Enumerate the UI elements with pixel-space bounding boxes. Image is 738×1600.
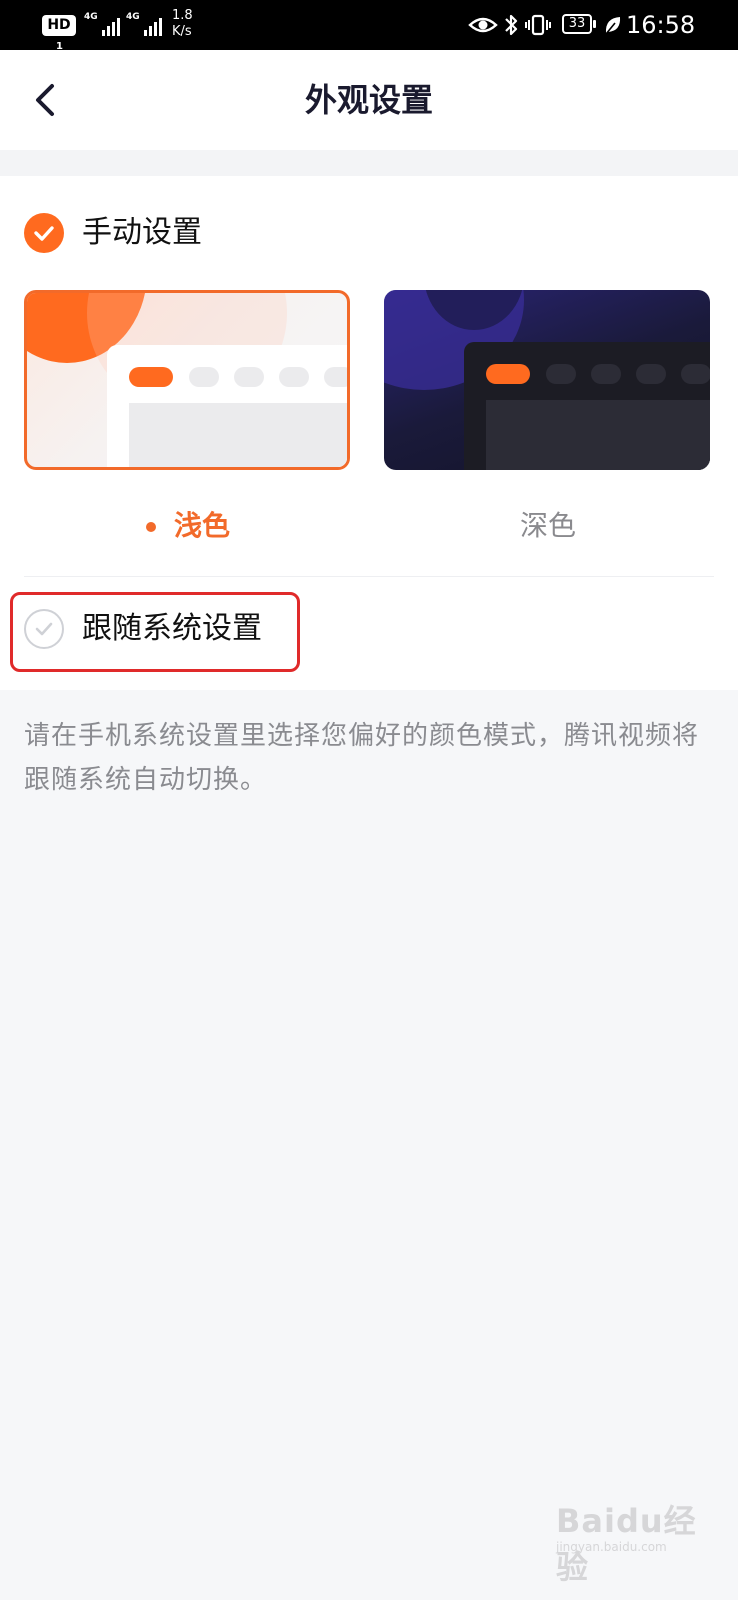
light-preview-pill [189, 367, 219, 387]
manual-setting-option[interactable]: 手动设置 [24, 206, 284, 266]
light-preview-pill [279, 367, 309, 387]
dark-theme-label[interactable]: 深色 [520, 504, 576, 548]
cell-signal-icon-2: 4G [126, 12, 166, 38]
dark-preview-panel [464, 342, 710, 470]
light-theme-text: 浅色 [174, 509, 231, 542]
bluetooth-icon [505, 14, 518, 36]
page-title: 外观设置 [304, 81, 433, 119]
clock: 16:58 [626, 11, 696, 39]
follow-system-description: 请在手机系统设置里选择您偏好的颜色模式，腾讯视频将跟随系统自动切换。 [24, 721, 700, 795]
light-preview-panel [107, 345, 347, 467]
leaf-icon [605, 17, 621, 35]
dark-theme-text: 深色 [520, 509, 577, 542]
signal1-label: 4G [84, 12, 98, 22]
network-speed-unit: K/s [172, 24, 192, 39]
dark-preview-pill [591, 364, 621, 384]
light-theme-label[interactable]: 浅色 [146, 504, 230, 548]
status-bar: HD1 4G 4G 1.8 K/s 33 16:58 [0, 0, 738, 53]
hd-label: HD [47, 17, 71, 33]
checkmark-outline-icon [35, 622, 53, 636]
checkmark-icon [34, 226, 54, 241]
hd-indicator: HD1 [42, 15, 76, 53]
battery-icon: 33 [562, 14, 596, 34]
light-preview-active-pill [129, 367, 173, 387]
eye-comfort-icon [468, 17, 498, 33]
follow-system-option[interactable]: 跟随系统设置 [24, 602, 304, 662]
follow-system-label: 跟随系统设置 [82, 611, 262, 646]
watermark-url: jingyan.baidu.com [556, 1540, 667, 1554]
light-preview-pill [324, 367, 347, 387]
selected-dot-icon [146, 522, 156, 532]
dark-preview-block [486, 400, 710, 470]
light-theme-preview[interactable] [24, 290, 350, 470]
dark-preview-pill [681, 364, 710, 384]
dark-preview-pill [546, 364, 576, 384]
appearance-card: 手动设置 浅色 深色 跟随系统设置 [0, 176, 738, 690]
section-gap [0, 150, 738, 176]
baidu-watermark: Baidu经验 jingyan.baidu.com [556, 1478, 716, 1586]
divider [24, 576, 714, 577]
dark-preview-active-pill [486, 364, 530, 384]
dark-preview-pill [636, 364, 666, 384]
vibrate-icon [525, 14, 551, 36]
manual-setting-label: 手动设置 [82, 215, 202, 250]
light-preview-block [129, 403, 347, 467]
light-preview-pill [234, 367, 264, 387]
cell-signal-icon: 4G [84, 12, 124, 38]
dark-theme-preview[interactable] [384, 290, 710, 470]
manual-check-circle [24, 213, 64, 253]
signal2-label: 4G [126, 12, 140, 22]
nav-bar: 外观设置 [0, 50, 738, 150]
network-speed-value: 1.8 [172, 8, 193, 23]
network-speed: 1.8 K/s [172, 8, 208, 40]
follow-system-check-circle [24, 609, 64, 649]
